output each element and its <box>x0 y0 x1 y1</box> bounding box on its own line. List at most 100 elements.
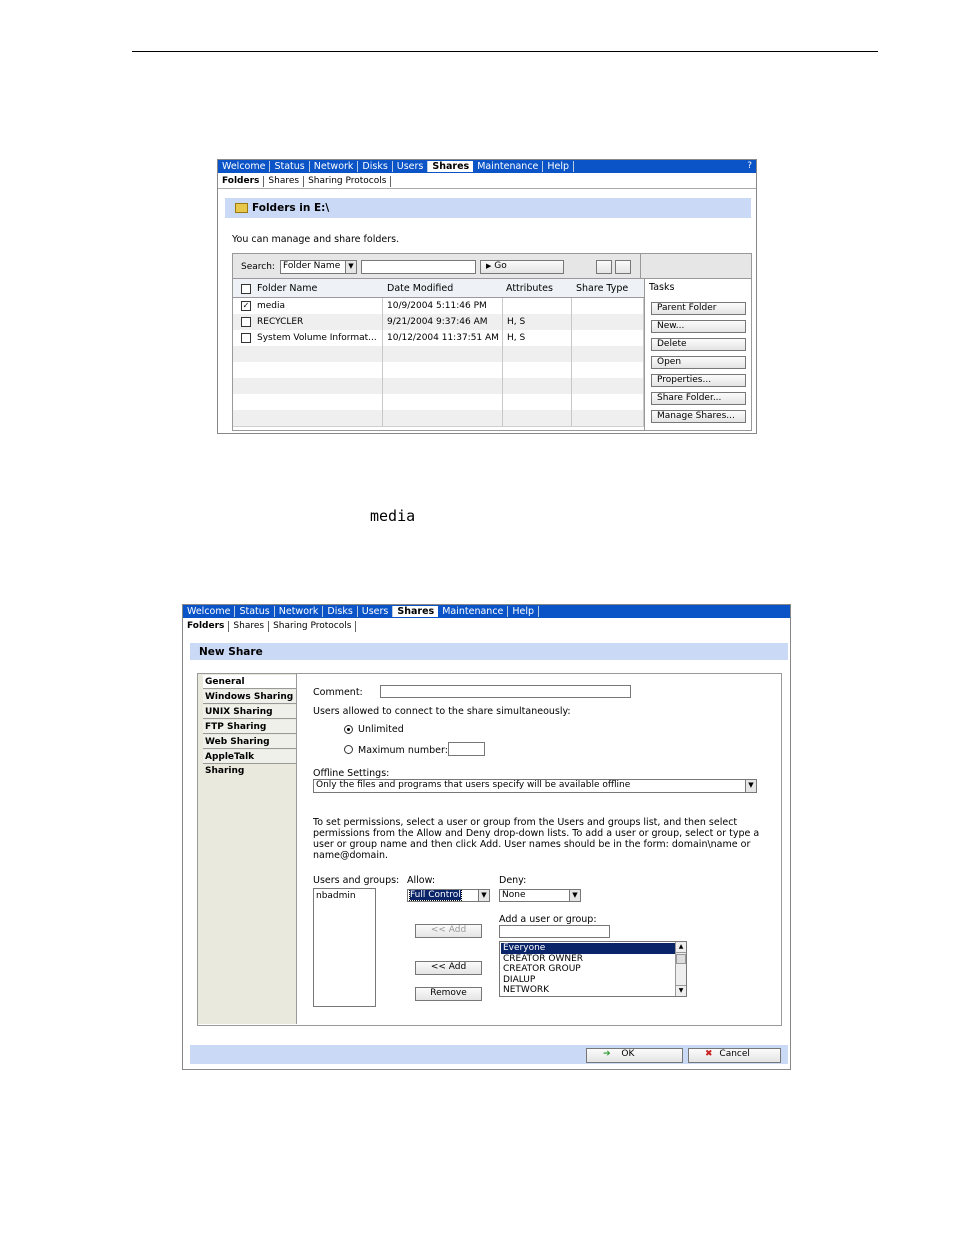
folder-icon <box>235 203 248 213</box>
select-all-checkbox[interactable] <box>241 284 251 294</box>
scroll-thumb[interactable] <box>676 954 686 964</box>
task-button[interactable]: Properties... <box>651 374 746 387</box>
nav-network[interactable]: Network <box>310 161 359 172</box>
remove-button[interactable]: Remove <box>415 987 482 1001</box>
description-text: You can manage and share folders. <box>232 234 400 245</box>
col-share-type[interactable]: Share Type <box>576 283 628 294</box>
add-user-input[interactable] <box>499 925 610 938</box>
nav-maintenance[interactable]: Maintenance <box>438 606 509 617</box>
list-item[interactable]: nbadmin <box>316 891 373 902</box>
task-button[interactable]: Open <box>651 356 746 369</box>
nav-network[interactable]: Network <box>275 606 324 617</box>
sidebar-item[interactable]: AppleTalk Sharing <box>203 750 296 776</box>
sidebar-item[interactable]: FTP Sharing <box>203 720 296 734</box>
comment-input[interactable] <box>380 685 631 698</box>
allow-select[interactable]: Full Control ▼ <box>407 889 490 902</box>
group-list[interactable]: Everyone CREATOR OWNER CREATOR GROUP DIALUP… <box>499 941 687 997</box>
table-cell <box>233 346 383 362</box>
tab-shares[interactable]: Shares <box>229 620 270 632</box>
offline-label: Offline Settings: <box>313 768 390 779</box>
maximum-radio[interactable] <box>344 745 353 754</box>
permissions-text-3: user or group name and then click Add. U… <box>313 839 751 850</box>
add-button-disabled[interactable]: << Add <box>415 924 482 938</box>
table-row[interactable]: media 10/9/2004 5:11:46 PM ✓ <box>233 298 644 315</box>
nav-users[interactable]: Users <box>393 161 429 172</box>
nav-maintenance[interactable]: Maintenance <box>473 161 544 172</box>
prev-page-button[interactable] <box>596 260 612 274</box>
nav-status[interactable]: Status <box>270 161 310 172</box>
deny-select[interactable]: None ▼ <box>499 889 581 902</box>
sidebar-item[interactable]: Web Sharing <box>203 735 296 749</box>
list-item[interactable]: NETWORK <box>501 985 675 996</box>
search-field-value: Folder Name <box>283 261 341 271</box>
search-input[interactable] <box>361 260 476 274</box>
table-row[interactable]: System Volume Informat... 10/12/2004 11:3… <box>233 330 644 347</box>
task-button[interactable]: Share Folder... <box>651 392 746 405</box>
users-allowed-label: Users allowed to connect to the share si… <box>313 706 571 717</box>
tab-sharing-protocols[interactable]: Sharing Protocols <box>304 175 392 187</box>
add-button[interactable]: << Add <box>415 961 482 975</box>
nav-status[interactable]: Status <box>235 606 275 617</box>
tab-folders[interactable]: Folders <box>218 175 265 187</box>
task-button[interactable]: Manage Shares... <box>651 410 746 423</box>
users-groups-list[interactable]: nbadmin <box>313 888 376 1007</box>
sidebar-item[interactable]: UNIX Sharing <box>203 705 296 719</box>
chevron-down-icon: ▼ <box>478 890 489 901</box>
table-row[interactable] <box>233 394 644 411</box>
table-cell <box>572 346 644 362</box>
cancel-button[interactable]: ✖ Cancel <box>688 1048 781 1063</box>
scroll-down-icon[interactable]: ▼ <box>676 985 686 996</box>
next-page-button[interactable] <box>615 260 631 274</box>
table-cell <box>572 298 644 314</box>
permissions-text-2: permissions from the Allow and Deny drop… <box>313 828 760 839</box>
nav-shares[interactable]: Shares <box>428 161 474 172</box>
unlimited-radio[interactable] <box>344 725 353 734</box>
col-date-modified[interactable]: Date Modified <box>387 283 453 294</box>
nav-disks[interactable]: Disks <box>323 606 358 617</box>
col-attributes[interactable]: Attributes <box>506 283 553 294</box>
task-button[interactable]: Delete <box>651 338 746 351</box>
table-row[interactable]: RECYCLER 9/21/2004 9:37:46 AM H, S <box>233 314 644 331</box>
scroll-up-icon[interactable]: ▲ <box>676 942 686 953</box>
nav-welcome[interactable]: Welcome <box>183 606 236 617</box>
nav-welcome[interactable]: Welcome <box>218 161 271 172</box>
table-row[interactable] <box>233 346 644 363</box>
task-button[interactable]: New... <box>651 320 746 333</box>
maximum-label: Maximum number: <box>358 745 448 756</box>
task-buttons: Parent Folder New... Delete Open Properties.… <box>649 302 749 428</box>
nav-users[interactable]: Users <box>358 606 394 617</box>
help-icon[interactable]: ? <box>747 160 752 173</box>
maximum-number-input[interactable] <box>448 742 485 756</box>
col-folder-name[interactable]: Folder Name <box>257 283 317 294</box>
go-button[interactable]: ▶ Go <box>480 260 564 274</box>
nav-disks[interactable]: Disks <box>358 161 393 172</box>
page-header-rule <box>132 51 878 52</box>
tab-shares[interactable]: Shares <box>264 175 305 187</box>
tab-folders[interactable]: Folders <box>183 620 230 632</box>
table-cell <box>572 362 644 378</box>
sidebar-item[interactable]: Windows Sharing <box>203 690 296 704</box>
table-row[interactable] <box>233 410 644 427</box>
table-row[interactable] <box>233 378 644 395</box>
nav-help[interactable]: Help <box>508 606 540 617</box>
search-field-select[interactable]: Folder Name ▼ <box>280 260 357 274</box>
list-item[interactable]: Everyone <box>501 943 675 954</box>
row-checkbox[interactable]: ✓ <box>241 301 251 311</box>
offline-settings-select[interactable]: Only the files and programs that users s… <box>313 779 757 793</box>
tab-sharing-protocols[interactable]: Sharing Protocols <box>269 620 357 632</box>
nav-shares[interactable]: Shares <box>393 606 439 617</box>
list-item[interactable]: DIALUP <box>501 975 675 986</box>
list-scrollbar[interactable]: ▲ ▼ <box>675 942 686 996</box>
panel-title-bar: Folders in E:\ <box>225 198 751 218</box>
list-item[interactable]: CREATOR GROUP <box>501 964 675 975</box>
row-checkbox[interactable] <box>241 317 251 327</box>
nav-help[interactable]: Help <box>543 161 575 172</box>
row-checkbox[interactable] <box>241 333 251 343</box>
ok-button[interactable]: ➔ OK <box>586 1048 683 1063</box>
folders-screenshot: Welcome Status Network Disks Users Share… <box>217 159 757 434</box>
sidebar-item[interactable]: General <box>203 675 296 689</box>
table-row[interactable] <box>233 362 644 379</box>
list-item[interactable]: CREATOR OWNER <box>501 954 675 965</box>
task-button[interactable]: Parent Folder <box>651 302 746 315</box>
table-cell <box>572 378 644 394</box>
